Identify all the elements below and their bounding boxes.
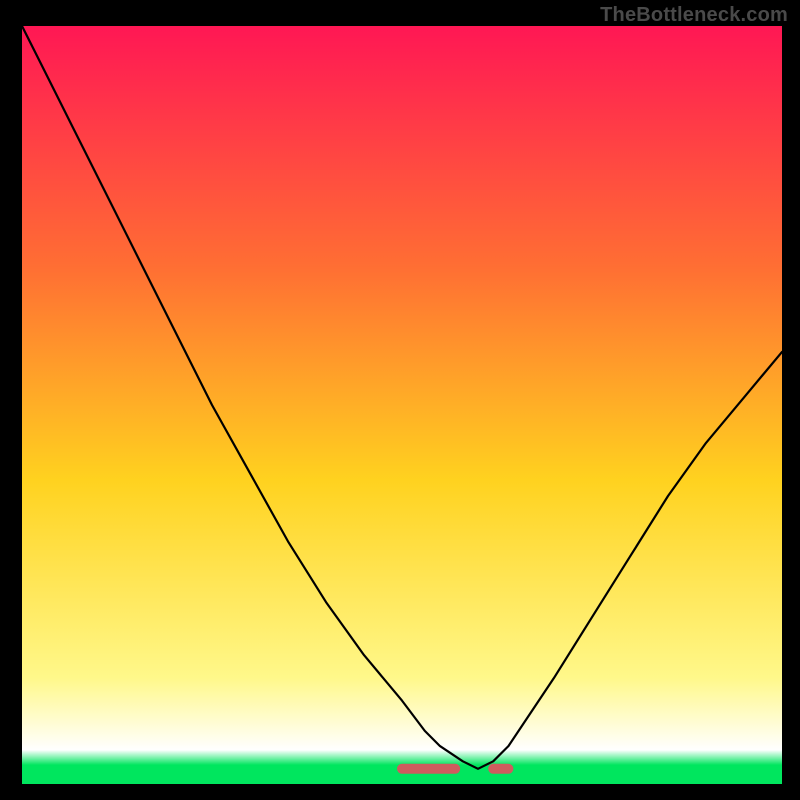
plot-area: [22, 26, 782, 784]
watermark-text: TheBottleneck.com: [600, 4, 788, 27]
plot-svg: [22, 26, 782, 784]
chart-container: TheBottleneck.com: [0, 0, 800, 800]
gradient-background: [22, 26, 782, 784]
